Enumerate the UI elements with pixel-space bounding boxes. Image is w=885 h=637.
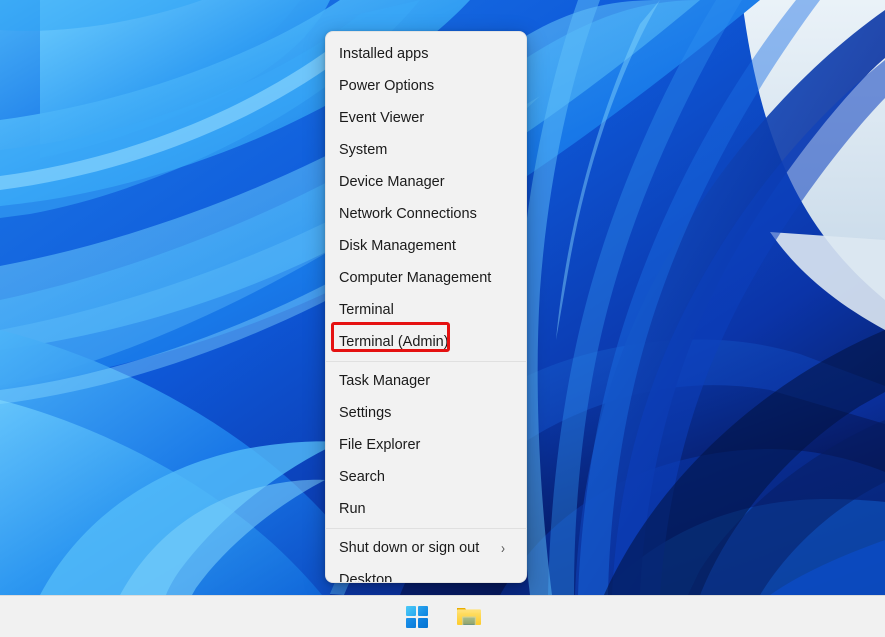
menu-item-installed-apps[interactable]: Installed apps: [326, 38, 526, 70]
menu-item-label: Task Manager: [339, 373, 431, 389]
menu-item-label: Settings: [339, 405, 392, 421]
menu-item-label: Terminal (Admin): [339, 334, 449, 350]
menu-item-label: Power Options: [339, 78, 435, 94]
folder-icon: [456, 607, 481, 625]
menu-item-system[interactable]: System: [326, 134, 526, 166]
menu-item-label: Search: [339, 469, 385, 485]
file-explorer-button[interactable]: [453, 601, 485, 633]
menu-item-device-manager[interactable]: Device Manager: [326, 166, 526, 198]
menu-item-disk-management[interactable]: Disk Management: [326, 230, 526, 262]
menu-item-desktop[interactable]: Desktop: [326, 564, 526, 583]
menu-item-label: Terminal: [339, 302, 394, 318]
menu-item-settings[interactable]: Settings: [326, 397, 526, 429]
menu-item-shut-down-or-sign-out[interactable]: Shut down or sign out ›: [326, 532, 526, 564]
win-x-quick-link-menu[interactable]: Installed apps Power Options Event Viewe…: [325, 31, 527, 583]
taskbar: [0, 595, 885, 637]
menu-item-label: Shut down or sign out: [339, 540, 480, 556]
start-button[interactable]: [401, 601, 433, 633]
menu-item-event-viewer[interactable]: Event Viewer: [326, 102, 526, 134]
menu-separator: [326, 528, 526, 529]
menu-item-computer-management[interactable]: Computer Management: [326, 262, 526, 294]
menu-item-label: Device Manager: [339, 174, 445, 190]
menu-item-label: Disk Management: [339, 238, 456, 254]
chevron-right-icon: ›: [501, 539, 505, 557]
menu-item-label: Network Connections: [339, 206, 477, 222]
windows-logo-icon: [405, 605, 428, 628]
menu-item-label: Installed apps: [339, 46, 429, 62]
menu-item-label: Computer Management: [339, 270, 492, 286]
menu-item-label: Event Viewer: [339, 110, 425, 126]
menu-item-label: System: [339, 142, 388, 158]
screen: Installed apps Power Options Event Viewe…: [0, 0, 885, 637]
menu-item-label: File Explorer: [339, 437, 421, 453]
menu-item-terminal[interactable]: Terminal: [326, 294, 526, 326]
menu-item-task-manager[interactable]: Task Manager: [326, 365, 526, 397]
menu-item-label: Run: [339, 501, 366, 517]
menu-item-file-explorer[interactable]: File Explorer: [326, 429, 526, 461]
menu-item-search[interactable]: Search: [326, 461, 526, 493]
menu-item-terminal-admin[interactable]: Terminal (Admin): [326, 326, 526, 358]
menu-separator: [326, 361, 526, 362]
menu-item-label: Desktop: [339, 572, 393, 583]
menu-item-power-options[interactable]: Power Options: [326, 70, 526, 102]
menu-item-network-connections[interactable]: Network Connections: [326, 198, 526, 230]
menu-item-run[interactable]: Run: [326, 493, 526, 525]
